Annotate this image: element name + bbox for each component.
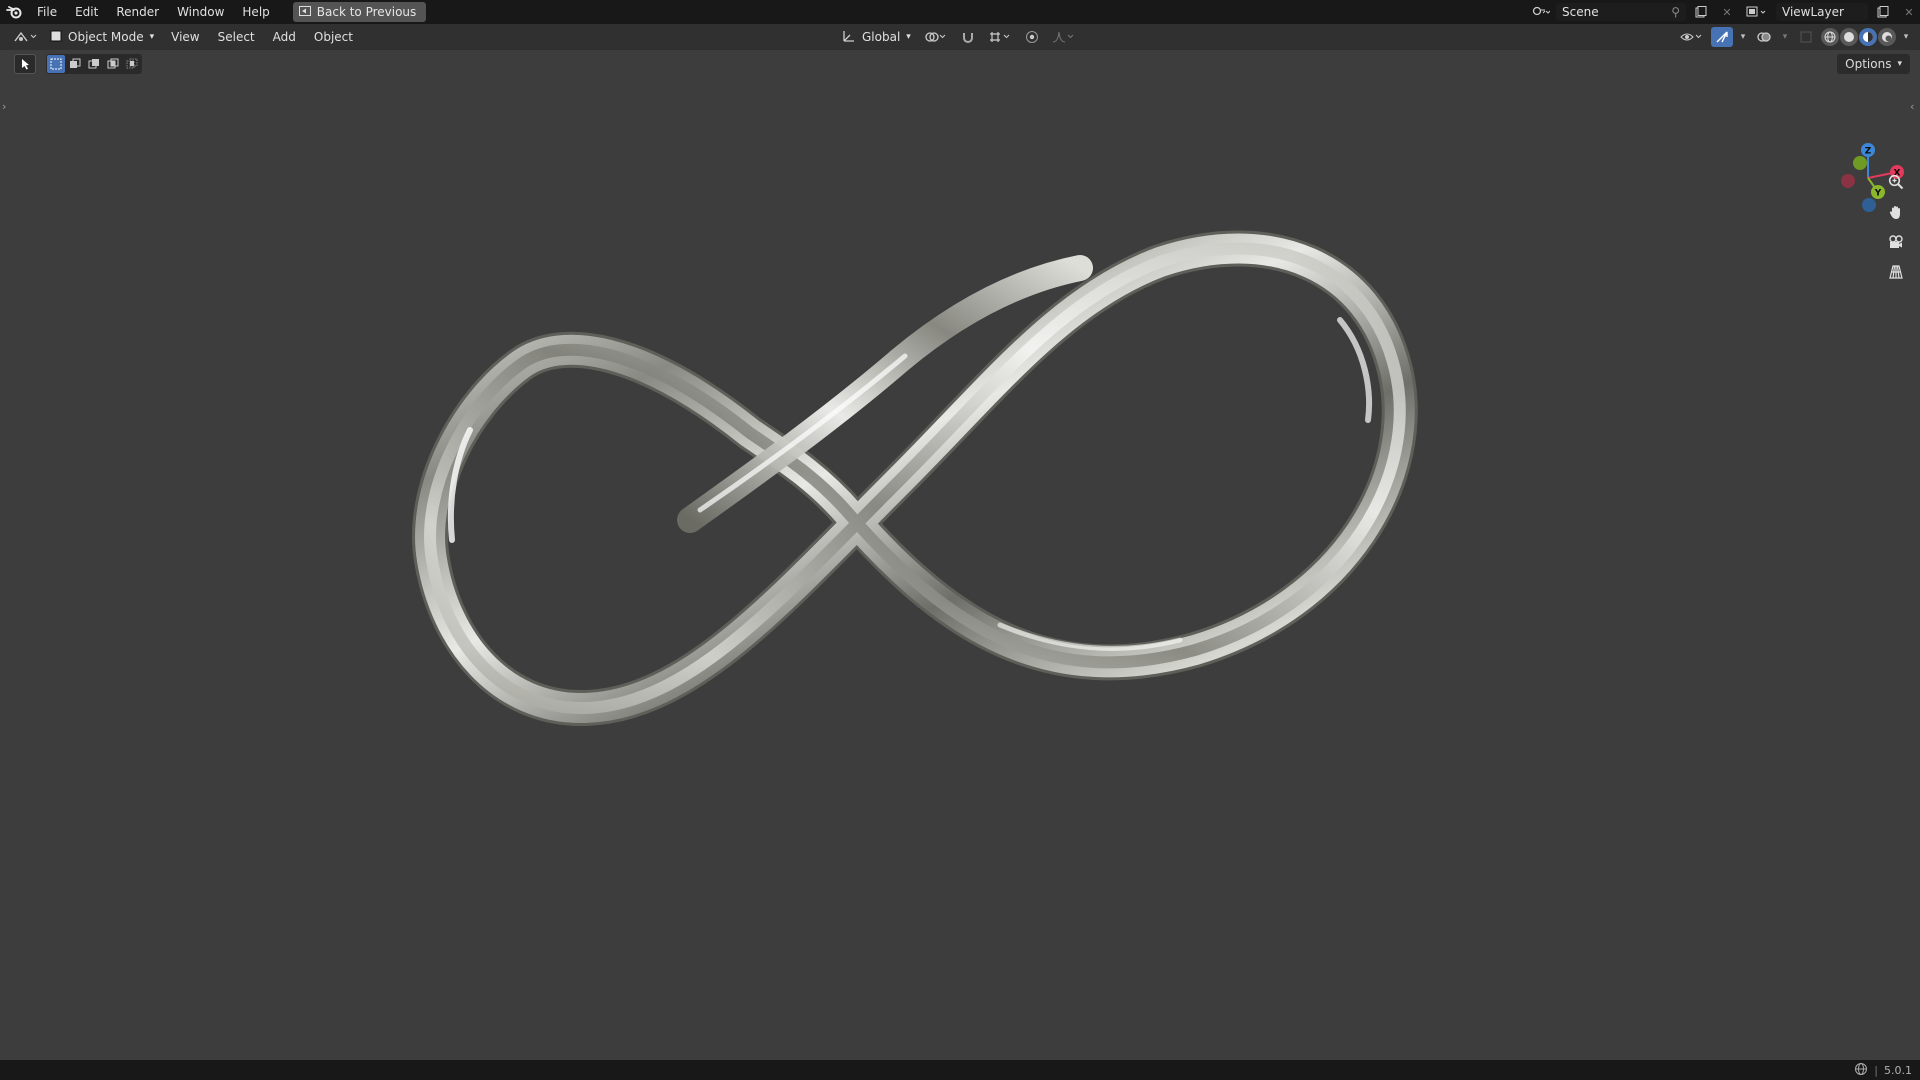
sidebar-expand-arrow-icon[interactable]: ‹ (1910, 100, 1914, 113)
pin-icon[interactable]: ⚲ (1671, 5, 1680, 19)
proportional-edit-icon[interactable] (1021, 27, 1043, 47)
camera-view-icon[interactable] (1884, 230, 1908, 254)
intersect-selection-icon[interactable] (123, 55, 141, 73)
orientation-selector[interactable]: Global ▾ (838, 29, 915, 46)
menu-window[interactable]: Window (168, 0, 233, 24)
gizmo-z-label: Z (1865, 147, 1872, 157)
new-view-layer-icon[interactable] (1872, 3, 1894, 21)
shading-dropdown-icon[interactable]: ▾ (1900, 27, 1912, 47)
view-layer-label: ViewLayer (1782, 5, 1844, 19)
options-dropdown[interactable]: Options ▾ (1837, 54, 1910, 74)
select-tool-icon[interactable] (14, 54, 36, 74)
solid-shading-icon[interactable] (1840, 28, 1858, 46)
gizmo-y-icon[interactable] (1871, 185, 1885, 199)
screen-back-icon (298, 5, 311, 19)
menu-edit[interactable]: Edit (66, 0, 107, 24)
orientation-axes-icon (842, 29, 856, 46)
viewport-header: Object Mode ▾ View Select Add Object Glo… (0, 24, 1920, 50)
blender-logo-icon[interactable] (0, 0, 28, 24)
zoom-icon[interactable] (1884, 170, 1908, 194)
menu-object[interactable]: Object (305, 30, 362, 44)
delete-view-layer-icon[interactable]: ✕ (1898, 3, 1920, 21)
gizmo-z-icon[interactable] (1861, 143, 1875, 157)
snap-toggle-icon[interactable] (957, 27, 979, 47)
chevron-down-icon: ▾ (149, 32, 155, 42)
delete-scene-icon[interactable]: ✕ (1716, 3, 1738, 21)
menu-file[interactable]: File (28, 0, 66, 24)
object-mode-icon (50, 30, 62, 45)
tool-row (14, 54, 142, 74)
shading-modes (1821, 28, 1896, 46)
toolbar-expand-arrow-icon[interactable]: › (2, 100, 6, 113)
xray-toggle-icon[interactable] (1795, 27, 1817, 47)
network-globe-icon (1854, 1062, 1868, 1079)
gizmo-y-label: Y (1874, 189, 1882, 199)
back-to-previous-button[interactable]: Back to Previous (292, 2, 427, 22)
status-separator: | (1874, 1063, 1878, 1077)
mode-selector[interactable]: Object Mode ▾ (44, 27, 162, 47)
transform-tools: Global ▾ (838, 27, 1079, 47)
chevron-down-icon: ▾ (906, 32, 911, 42)
pan-hand-icon[interactable] (1884, 200, 1908, 224)
scene-selector-icon[interactable] (1530, 3, 1552, 21)
menu-select[interactable]: Select (209, 30, 264, 44)
snap-target-icon[interactable] (985, 27, 1015, 47)
view-layer-selector-icon[interactable] (1742, 3, 1772, 21)
status-bar: | 5.0.1 (0, 1060, 1920, 1080)
show-overlays-icon[interactable] (1753, 27, 1775, 47)
visibility-selectability-icon[interactable] (1677, 27, 1707, 47)
set-new-selection-icon[interactable] (47, 55, 65, 73)
gizmo-dropdown-icon[interactable]: ▾ (1737, 27, 1749, 47)
top-bar: File Edit Render Window Help Back to Pre… (0, 0, 1920, 24)
selection-mode-buttons (46, 54, 142, 74)
gizmo-neg-y-icon[interactable] (1853, 156, 1867, 170)
material-preview-shading-icon[interactable] (1859, 28, 1877, 46)
falloff-curve-icon[interactable] (1049, 27, 1079, 47)
workspace-controls: Scene ⚲ ✕ ViewLayer ✕ (1530, 0, 1920, 24)
infinity-ring-object[interactable] (412, 230, 1418, 727)
invert-selection-icon[interactable] (104, 55, 122, 73)
rendered-shading-icon[interactable] (1878, 28, 1896, 46)
scene-name-label: Scene (1562, 5, 1599, 19)
menu-view[interactable]: View (162, 30, 208, 44)
view-layer-field[interactable]: ViewLayer (1776, 3, 1868, 21)
pivot-point-icon[interactable] (921, 27, 951, 47)
scene-name-field[interactable]: Scene ⚲ (1556, 3, 1686, 21)
wireframe-shading-icon[interactable] (1821, 28, 1839, 46)
overlays-dropdown-icon[interactable]: ▾ (1779, 27, 1791, 47)
extend-selection-icon[interactable] (66, 55, 84, 73)
gizmo-neg-x-icon[interactable] (1841, 174, 1855, 188)
subtract-selection-icon[interactable] (85, 55, 103, 73)
menu-help[interactable]: Help (233, 0, 278, 24)
options-label: Options (1845, 57, 1892, 71)
new-scene-icon[interactable] (1690, 3, 1712, 21)
display-tools: ▾ ▾ ▾ (1677, 27, 1912, 47)
version-label: 5.0.1 (1884, 1063, 1912, 1077)
3d-viewport[interactable]: Z X Y (0, 50, 1920, 1060)
menu-render[interactable]: Render (107, 0, 168, 24)
back-to-previous-label: Back to Previous (316, 5, 417, 19)
show-gizmo-icon[interactable] (1711, 27, 1733, 47)
perspective-toggle-icon[interactable] (1884, 260, 1908, 284)
viewport-canvas (412, 230, 1418, 727)
editor-type-icon[interactable] (8, 27, 44, 47)
orientation-label: Global (862, 30, 901, 44)
gizmo-neg-z-icon[interactable] (1862, 198, 1876, 212)
mode-label: Object Mode (68, 30, 144, 44)
menu-add[interactable]: Add (264, 30, 305, 44)
chevron-down-icon: ▾ (1897, 59, 1902, 69)
